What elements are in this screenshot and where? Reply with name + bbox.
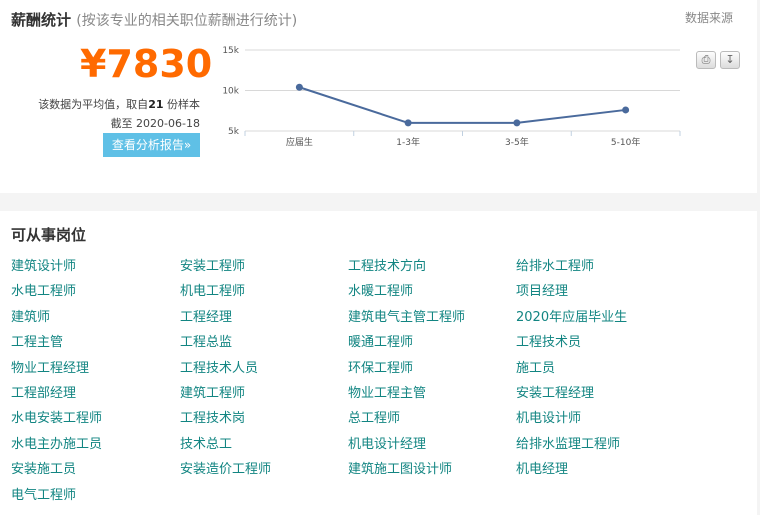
job-link[interactable]: 建筑师 [11,306,50,325]
y-tick-label: 10k [222,87,239,97]
job-link[interactable]: 工程经理 [180,306,232,325]
job-link[interactable]: 工程技术人员 [180,357,258,376]
job-link[interactable]: 安装工程经理 [516,382,594,401]
job-link[interactable]: 机电经理 [516,458,568,477]
job-link[interactable]: 2020年应届毕业生 [516,306,627,325]
data-point[interactable] [295,83,303,91]
job-link[interactable]: 水电工程师 [11,280,76,299]
job-link[interactable]: 机电工程师 [180,280,245,299]
x-tick-label: 应届生 [286,136,313,148]
series-line [299,86,626,124]
job-link[interactable]: 水暖工程师 [348,280,413,299]
job-link[interactable]: 工程部经理 [11,382,76,401]
job-link[interactable]: 总工程师 [348,407,400,426]
job-link[interactable]: 给排水工程师 [516,255,594,274]
job-link[interactable]: 工程主管 [11,331,63,350]
job-link[interactable]: 工程总监 [180,331,232,350]
data-point[interactable] [404,119,412,127]
job-link[interactable]: 环保工程师 [348,357,413,376]
job-link[interactable]: 机电设计经理 [348,433,426,452]
job-link[interactable]: 建筑工程师 [180,382,245,401]
salary-panel: 薪酬统计 (按该专业的相关职位薪酬进行统计) 数据来源 ¥7830 该数据为平均… [0,0,757,193]
download-icon[interactable]: ↧ [720,51,740,69]
job-link[interactable]: 安装工程师 [180,255,245,274]
jobs-section-title: 可从事岗位 [11,226,87,244]
job-link[interactable]: 机电设计师 [516,407,581,426]
job-link[interactable]: 水电安装工程师 [11,407,102,426]
job-link[interactable]: 安装造价工程师 [180,458,271,477]
data-point[interactable] [513,119,521,127]
sample-count: 21 [148,98,164,111]
job-link[interactable]: 给排水监理工程师 [516,433,620,452]
data-source-link[interactable]: 数据来源 [685,9,733,26]
x-tick-label: 3-5年 [505,136,529,148]
job-link[interactable]: 水电主办施工员 [11,433,102,452]
job-link[interactable]: 安装施工员 [11,458,76,477]
job-link[interactable]: 工程技术员 [516,331,581,350]
job-link[interactable]: 电气工程师 [11,484,76,503]
job-link[interactable]: 物业工程经理 [11,357,89,376]
print-icon[interactable]: ⎙ [696,51,716,69]
job-link[interactable]: 建筑电气主管工程师 [348,306,465,325]
jobs-panel: 可从事岗位 建筑设计师 安装工程师 工程技术方向 给排水工程师水电工程师 机电工程师 水暖… [0,211,757,515]
job-link[interactable]: 项目经理 [516,280,568,299]
job-link[interactable]: 工程技术方向 [348,255,426,274]
data-point[interactable] [622,106,630,114]
x-tick-label: 5-10年 [611,136,640,148]
salary-line-chart: 5k 10k 15k 应届生 1-3年 3-5年 5-10年 [222,46,681,148]
y-tick-label: 15k [222,46,239,56]
job-link[interactable]: 施工员 [516,357,555,376]
salary-section-subtitle: (按该专业的相关职位薪酬进行统计) [76,13,298,29]
salary-section-title: 薪酬统计 (按该专业的相关职位薪酬进行统计) [11,11,298,29]
job-link[interactable]: 建筑施工图设计师 [348,458,452,477]
average-salary: ¥7830 [80,42,213,86]
sample-note: 该数据为平均值，取自21 份样本 [38,98,200,111]
date-note: 截至 2020-06-18 [110,117,200,130]
y-tick-label: 5k [228,127,240,137]
view-report-button[interactable]: 查看分析报告» [103,133,200,157]
job-link[interactable]: 建筑设计师 [11,255,76,274]
job-link[interactable]: 技术总工 [180,433,232,452]
job-link[interactable]: 工程技术岗 [180,407,245,426]
x-tick-label: 1-3年 [396,136,420,148]
job-link[interactable]: 物业工程主管 [348,382,426,401]
job-link[interactable]: 暖通工程师 [348,331,413,350]
